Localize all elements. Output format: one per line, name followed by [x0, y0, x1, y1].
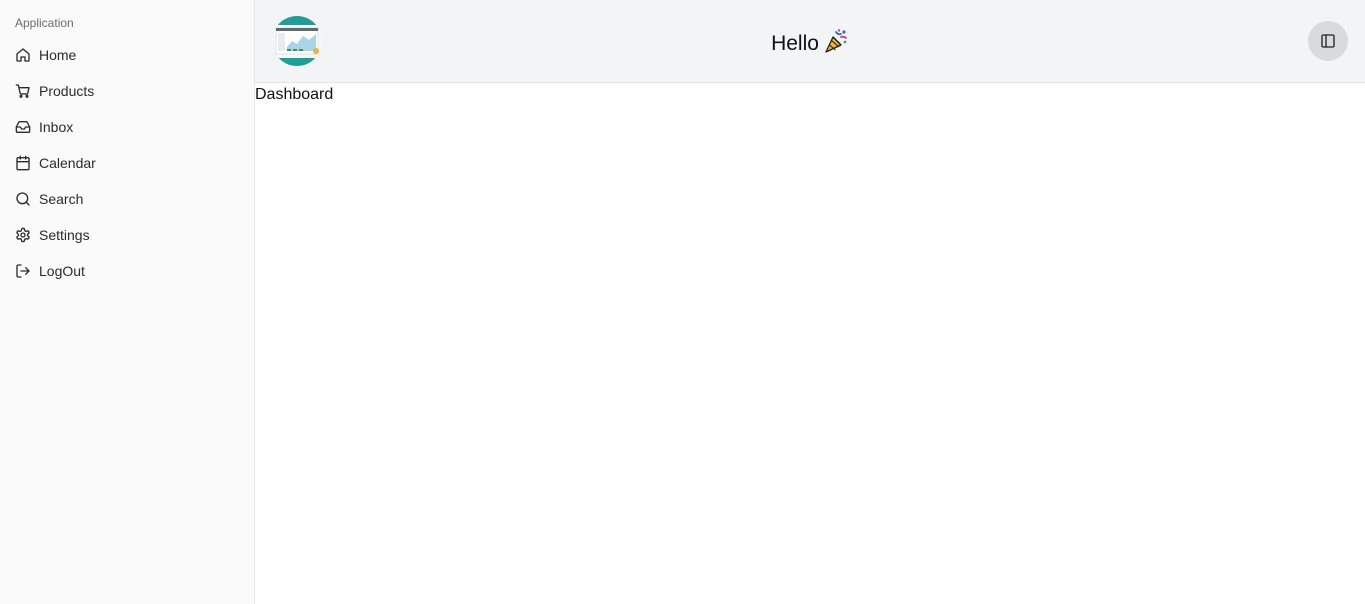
sidebar-group-label: Application — [15, 16, 74, 30]
home-icon — [15, 47, 31, 63]
sidebar-item-label: Inbox — [39, 119, 74, 135]
app-root: Application Home Products Inbox Calendar… — [0, 0, 1365, 604]
sidebar-item-settings[interactable]: Settings — [8, 217, 246, 253]
sidebar-item-label: Calendar — [39, 155, 96, 171]
sidebar-item-search[interactable]: Search — [8, 181, 246, 217]
sidebar-item-label: Products — [39, 83, 95, 99]
greeting-text: Hello — [771, 32, 819, 55]
sidebar: Application Home Products Inbox Calendar… — [0, 0, 255, 604]
panel-left-icon — [1320, 33, 1336, 49]
search-icon — [15, 191, 31, 207]
party-popper-icon — [823, 28, 849, 61]
sidebar-item-calendar[interactable]: Calendar — [8, 145, 246, 181]
sidebar-item-label: Search — [39, 191, 84, 207]
sidebar-item-products[interactable]: Products — [8, 73, 246, 109]
sidebar-nav: Home Products Inbox Calendar Search Sett… — [8, 37, 246, 289]
sidebar-item-label: LogOut — [39, 263, 85, 279]
top-header: Hello — [255, 0, 1365, 83]
sidebar-item-label: Settings — [39, 227, 90, 243]
page-title: Dashboard — [255, 86, 334, 103]
sidebar-item-label: Home — [39, 47, 77, 63]
sidebar-item-logout[interactable]: LogOut — [8, 253, 246, 289]
calendar-icon — [15, 155, 31, 171]
cart-icon — [15, 83, 31, 99]
greeting-heading: Hello — [255, 28, 1365, 61]
main-content: Dashboard — [255, 83, 1365, 604]
logout-icon — [15, 263, 31, 279]
sidebar-item-home[interactable]: Home — [8, 37, 246, 73]
gear-icon — [15, 227, 31, 243]
inbox-icon — [15, 119, 31, 135]
sidebar-toggle-button[interactable] — [1308, 21, 1348, 61]
sidebar-item-inbox[interactable]: Inbox — [8, 109, 246, 145]
